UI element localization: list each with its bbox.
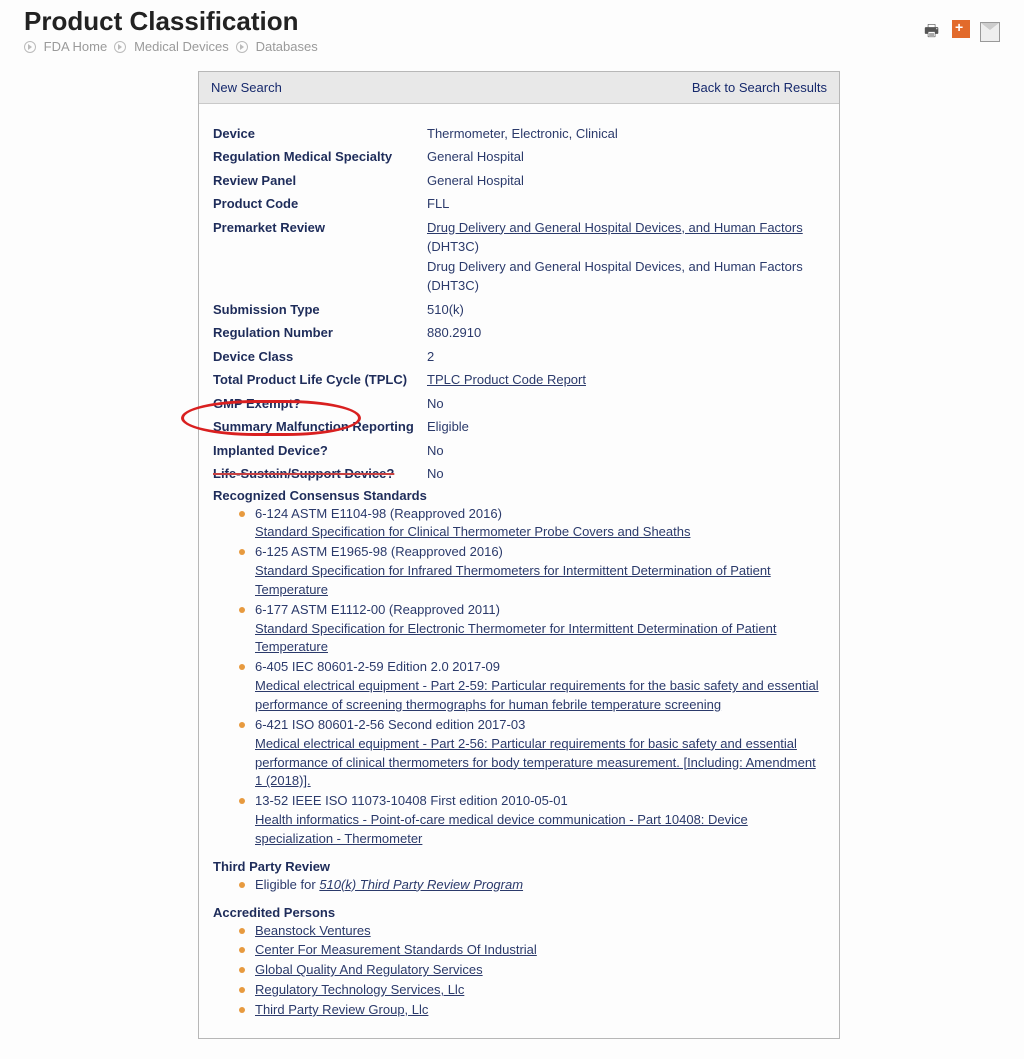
print-icon[interactable]: 🖶 xyxy=(924,20,942,38)
label-tplc: Total Product Life Cycle (TPLC) xyxy=(213,370,427,390)
standard-code: 6-177 ASTM E1112-00 (Reapproved 2011) xyxy=(255,602,500,617)
list-item: Eligible for 510(k) Third Party Review P… xyxy=(243,876,825,895)
label-premarket-review: Premarket Review xyxy=(213,218,427,238)
list-item: 6-124 ASTM E1104-98 (Reapproved 2016) St… xyxy=(243,505,825,543)
standard-code: 6-421 ISO 80601-2-56 Second edition 2017… xyxy=(255,717,525,732)
breadcrumb: FDA Home Medical Devices Databases xyxy=(24,39,1000,55)
premarket-review-suffix: (DHT3C) xyxy=(427,239,479,254)
back-to-results-link[interactable]: Back to Search Results xyxy=(692,80,827,95)
label-recognized-consensus: Recognized Consensus Standards xyxy=(213,488,825,503)
standard-link[interactable]: Health informatics - Point-of-care medic… xyxy=(255,812,748,846)
standard-link[interactable]: Standard Specification for Infrared Ther… xyxy=(255,563,771,597)
value-submission-type: 510(k) xyxy=(427,300,464,320)
label-implanted: Implanted Device? xyxy=(213,441,427,461)
label-product-code: Product Code xyxy=(213,194,427,214)
standard-code: 6-124 ASTM E1104-98 (Reapproved 2016) xyxy=(255,506,502,521)
third-party-prefix: Eligible for xyxy=(255,877,319,892)
accredited-link[interactable]: Beanstock Ventures xyxy=(255,923,371,938)
list-item: 6-405 IEC 80601-2-59 Edition 2.0 2017-09… xyxy=(243,658,825,715)
accredited-persons-list: Beanstock Ventures Center For Measuremen… xyxy=(213,922,825,1020)
label-reg-specialty: Regulation Medical Specialty xyxy=(213,147,427,167)
value-review-panel: General Hospital xyxy=(427,171,524,191)
label-accredited-persons: Accredited Persons xyxy=(213,905,825,920)
standard-link[interactable]: Medical electrical equipment - Part 2-59… xyxy=(255,678,819,712)
chevron-icon xyxy=(24,41,36,53)
label-device: Device xyxy=(213,124,427,144)
value-premarket-review: Drug Delivery and General Hospital Devic… xyxy=(427,218,825,296)
value-device: Thermometer, Electronic, Clinical xyxy=(427,124,618,144)
list-item: Beanstock Ventures xyxy=(243,922,825,941)
value-device-class: 2 xyxy=(427,347,434,367)
list-item: Third Party Review Group, Llc xyxy=(243,1001,825,1020)
standard-link[interactable]: Standard Specification for Clinical Ther… xyxy=(255,524,690,539)
breadcrumb-fda-home[interactable]: FDA Home xyxy=(44,39,108,54)
list-item: 6-125 ASTM E1965-98 (Reapproved 2016) St… xyxy=(243,543,825,600)
share-icon[interactable] xyxy=(952,20,970,38)
value-product-code: FLL xyxy=(427,194,449,214)
label-gmp-exempt: GMP Exempt? xyxy=(213,394,427,414)
standard-code: 6-405 IEC 80601-2-59 Edition 2.0 2017-09 xyxy=(255,659,500,674)
list-item: Regulatory Technology Services, Llc xyxy=(243,981,825,1000)
label-regulation-number: Regulation Number xyxy=(213,323,427,343)
tplc-report-link[interactable]: TPLC Product Code Report xyxy=(427,372,586,387)
chevron-icon xyxy=(236,41,248,53)
standard-code: 6-125 ASTM E1965-98 (Reapproved 2016) xyxy=(255,544,503,559)
label-summary-malfunction: Summary Malfunction Reporting xyxy=(213,417,427,437)
value-summary-malfunction: Eligible xyxy=(427,417,469,437)
third-party-program-link[interactable]: 510(k) Third Party Review Program xyxy=(319,877,523,892)
value-implanted: No xyxy=(427,441,444,461)
list-item: 6-177 ASTM E1112-00 (Reapproved 2011) St… xyxy=(243,601,825,658)
standard-code: 13-52 IEEE ISO 11073-10408 First edition… xyxy=(255,793,568,808)
premarket-review-link[interactable]: Drug Delivery and General Hospital Devic… xyxy=(427,220,803,235)
value-gmp-exempt: No xyxy=(427,394,444,414)
standard-link[interactable]: Medical electrical equipment - Part 2-56… xyxy=(255,736,816,789)
classification-panel: New Search Back to Search Results Device… xyxy=(198,71,840,1039)
breadcrumb-medical-devices[interactable]: Medical Devices xyxy=(134,39,229,54)
new-search-link[interactable]: New Search xyxy=(211,80,282,95)
label-third-party-review: Third Party Review xyxy=(213,859,825,874)
accredited-link[interactable]: Third Party Review Group, Llc xyxy=(255,1002,428,1017)
label-life-sustain: Life-Sustain/Support Device? xyxy=(213,464,427,484)
page-title: Product Classification xyxy=(24,6,1000,37)
accredited-link[interactable]: Global Quality And Regulatory Services xyxy=(255,962,483,977)
label-submission-type: Submission Type xyxy=(213,300,427,320)
accredited-link[interactable]: Regulatory Technology Services, Llc xyxy=(255,982,464,997)
chevron-icon xyxy=(114,41,126,53)
consensus-standards-list: 6-124 ASTM E1104-98 (Reapproved 2016) St… xyxy=(213,505,825,849)
breadcrumb-databases[interactable]: Databases xyxy=(256,39,318,54)
label-review-panel: Review Panel xyxy=(213,171,427,191)
list-item: Center For Measurement Standards Of Indu… xyxy=(243,941,825,960)
list-item: 13-52 IEEE ISO 11073-10408 First edition… xyxy=(243,792,825,849)
value-reg-specialty: General Hospital xyxy=(427,147,524,167)
value-life-sustain: No xyxy=(427,464,444,484)
premarket-review-line2: Drug Delivery and General Hospital Devic… xyxy=(427,259,803,294)
mail-icon[interactable] xyxy=(980,22,1000,42)
accredited-link[interactable]: Center For Measurement Standards Of Indu… xyxy=(255,942,537,957)
list-item: Global Quality And Regulatory Services xyxy=(243,961,825,980)
value-regulation-number: 880.2910 xyxy=(427,323,481,343)
label-device-class: Device Class xyxy=(213,347,427,367)
standard-link[interactable]: Standard Specification for Electronic Th… xyxy=(255,621,776,655)
list-item: 6-421 ISO 80601-2-56 Second edition 2017… xyxy=(243,716,825,791)
